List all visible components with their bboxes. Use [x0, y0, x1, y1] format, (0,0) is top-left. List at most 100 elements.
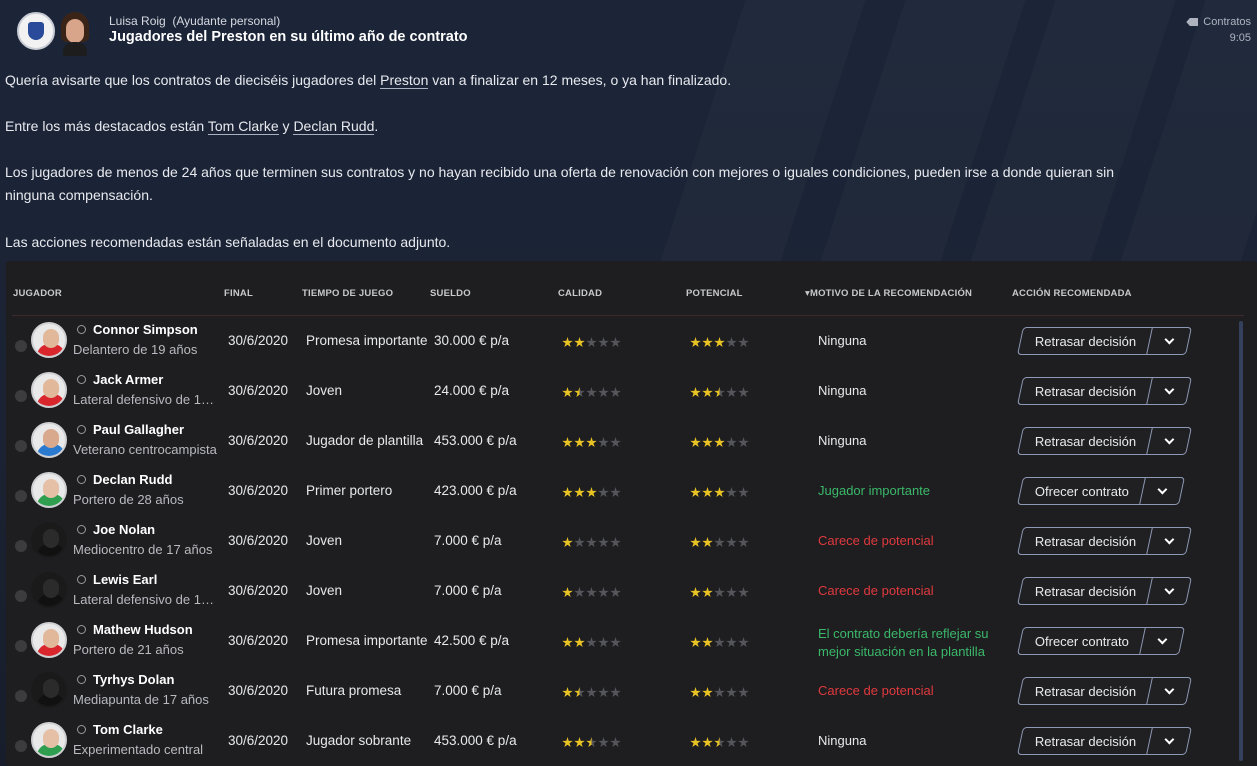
table-row[interactable]: Joe Nolan Mediocentro de 17 años 30/6/2020… — [6, 517, 1242, 567]
star-icon — [738, 737, 749, 748]
recommended-action-button[interactable]: Ofrecer contrato — [1017, 477, 1185, 505]
column-header-end[interactable]: FINAL — [224, 288, 253, 299]
player-avatar[interactable] — [31, 322, 67, 358]
recommended-action-button[interactable]: Retrasar decisión — [1017, 677, 1193, 705]
star-icon — [690, 487, 701, 498]
action-dropdown[interactable] — [1150, 434, 1188, 444]
check-circle-icon[interactable] — [15, 340, 27, 352]
column-header-playtime[interactable]: TIEMPO DE JUEGO — [302, 288, 393, 299]
action-dropdown[interactable] — [1150, 734, 1188, 744]
action-dropdown[interactable] — [1150, 334, 1188, 344]
player-avatar[interactable] — [31, 622, 67, 658]
table-row[interactable]: Declan Rudd Portero de 28 años 30/6/2020 Pr… — [6, 467, 1242, 517]
recommended-action-button[interactable]: Retrasar decisión — [1017, 727, 1193, 755]
sender-avatar[interactable] — [57, 12, 93, 56]
star-icon — [610, 487, 621, 498]
player-avatar[interactable] — [31, 422, 67, 458]
scrollbar-thumb[interactable] — [1239, 321, 1243, 761]
action-label[interactable]: Retrasar decisión — [1021, 684, 1149, 699]
action-label[interactable]: Retrasar decisión — [1021, 734, 1149, 749]
player-description: Veterano centrocampista — [73, 442, 217, 457]
tag-icon — [1186, 18, 1199, 26]
check-circle-icon[interactable] — [15, 590, 27, 602]
player-name[interactable]: Lewis Earl — [93, 572, 157, 587]
player-name[interactable]: Paul Gallagher — [93, 422, 184, 437]
column-header-ability[interactable]: CALIDAD — [558, 288, 602, 299]
column-header-player[interactable]: JUGADOR — [13, 288, 62, 299]
recommended-action-button[interactable]: Retrasar decisión — [1017, 527, 1193, 555]
check-circle-icon[interactable] — [15, 740, 27, 752]
action-label[interactable]: Retrasar decisión — [1021, 584, 1149, 599]
check-circle-icon[interactable] — [15, 440, 27, 452]
action-label[interactable]: Ofrecer contrato — [1021, 484, 1142, 499]
column-header-wage[interactable]: SUELDO — [430, 288, 471, 299]
player-link-tom-clarke[interactable]: Tom Clarke — [207, 118, 279, 135]
check-circle-icon[interactable] — [15, 540, 27, 552]
action-label[interactable]: Ofrecer contrato — [1021, 634, 1142, 649]
scrollbar[interactable] — [1239, 321, 1243, 761]
action-label[interactable]: Retrasar decisión — [1021, 334, 1149, 349]
contract-end: 30/6/2020 — [228, 633, 289, 648]
action-dropdown[interactable] — [1150, 534, 1188, 544]
table-row[interactable]: Mathew Hudson Portero de 21 años 30/6/2020… — [6, 617, 1242, 667]
recommended-action-button[interactable]: Retrasar decisión — [1017, 377, 1193, 405]
player-name[interactable]: Tom Clarke — [93, 722, 163, 737]
player-name[interactable]: Declan Rudd — [93, 472, 172, 487]
star-icon — [690, 537, 701, 548]
check-circle-icon[interactable] — [15, 390, 27, 402]
recommended-action-button[interactable]: Ofrecer contrato — [1017, 627, 1185, 655]
action-dropdown[interactable] — [1150, 384, 1188, 394]
action-label[interactable]: Retrasar decisión — [1021, 434, 1149, 449]
player-avatar[interactable] — [31, 672, 67, 708]
action-dropdown[interactable] — [1143, 484, 1181, 494]
star-icon — [610, 637, 621, 648]
star-icon — [714, 687, 725, 698]
table-row[interactable]: Paul Gallagher Veterano centrocampista 30/… — [6, 417, 1242, 467]
potential-stars — [690, 487, 749, 498]
check-circle-icon[interactable] — [15, 490, 27, 502]
player-link-declan-rudd[interactable]: Declan Rudd — [293, 118, 375, 135]
table-row[interactable]: Lewis Earl Lateral defensivo de 18 años 30… — [6, 567, 1242, 617]
wage: 423.000 € p/a — [434, 483, 517, 498]
action-label[interactable]: Retrasar decisión — [1021, 534, 1149, 549]
recommended-action-button[interactable]: Retrasar decisión — [1017, 327, 1193, 355]
player-name[interactable]: Joe Nolan — [93, 522, 155, 537]
table-row[interactable]: Tyrhys Dolan Mediapunta de 17 años 30/6/20… — [6, 667, 1242, 717]
recommended-action-button[interactable]: Retrasar decisión — [1017, 427, 1193, 455]
player-avatar[interactable] — [31, 472, 67, 508]
star-icon — [610, 737, 621, 748]
player-name[interactable]: Connor Simpson — [93, 322, 198, 337]
action-label[interactable]: Retrasar decisión — [1021, 384, 1149, 399]
sender-name[interactable]: Luisa Roig — [109, 14, 166, 28]
star-icon — [586, 387, 597, 398]
table-row[interactable]: Tom Clarke Experimentado central 30/6/2020… — [6, 717, 1242, 766]
player-name[interactable]: Jack Armer — [93, 372, 163, 387]
check-circle-icon[interactable] — [15, 690, 27, 702]
recommended-action-button[interactable]: Retrasar decisión — [1017, 577, 1193, 605]
star-icon — [738, 387, 749, 398]
category-tag[interactable]: Contratos — [1186, 16, 1251, 28]
action-dropdown[interactable] — [1143, 634, 1181, 644]
table-row[interactable]: Jack Armer Lateral defensivo de 18 años 30… — [6, 367, 1242, 417]
star-icon — [702, 537, 713, 548]
paragraph-text: van a finalizar en 12 meses, o ya han fi… — [428, 72, 732, 88]
ability-stars — [562, 537, 621, 548]
player-avatar[interactable] — [31, 722, 67, 758]
club-link[interactable]: Preston — [380, 72, 429, 89]
star-icon — [726, 437, 737, 448]
wage: 7.000 € p/a — [434, 683, 502, 698]
table-row[interactable]: Connor Simpson Delantero de 19 años 30/6/2… — [6, 317, 1242, 367]
column-header-potential[interactable]: POTENCIAL — [686, 288, 743, 299]
check-circle-icon[interactable] — [15, 640, 27, 652]
player-avatar[interactable] — [31, 522, 67, 558]
player-name[interactable]: Mathew Hudson — [93, 622, 193, 637]
star-icon — [574, 687, 585, 698]
wage: 453.000 € p/a — [434, 733, 517, 748]
column-header-action[interactable]: ACCIÓN RECOMENDADA — [1012, 288, 1132, 299]
action-dropdown[interactable] — [1150, 684, 1188, 694]
column-header-reason[interactable]: ▾MOTIVO DE LA RECOMENDACIÓN — [805, 288, 972, 299]
action-dropdown[interactable] — [1150, 584, 1188, 594]
player-avatar[interactable] — [31, 572, 67, 608]
player-name[interactable]: Tyrhys Dolan — [93, 672, 174, 687]
player-avatar[interactable] — [31, 372, 67, 408]
